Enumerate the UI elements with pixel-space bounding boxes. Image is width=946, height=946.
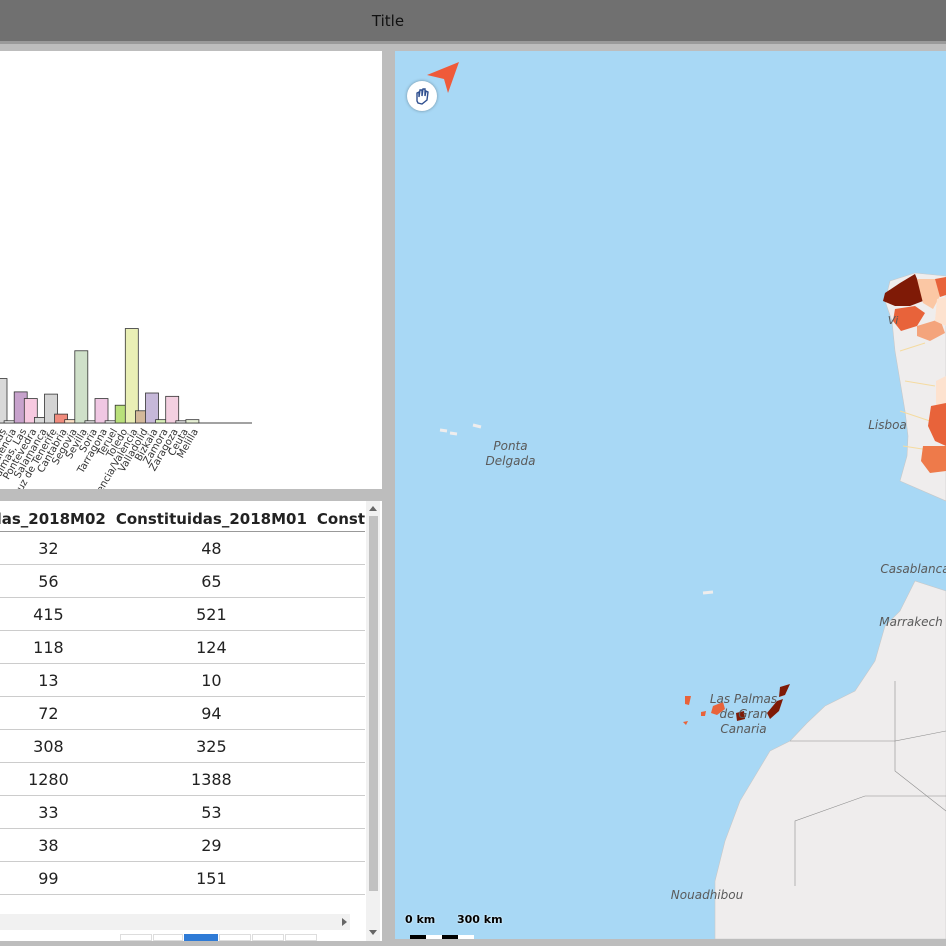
page-button-active[interactable] bbox=[184, 934, 218, 941]
table-cell: 13 bbox=[0, 663, 111, 697]
horizontal-scrollbar[interactable] bbox=[0, 914, 350, 930]
table-row[interactable]: 118 124 bbox=[0, 630, 365, 664]
table-cell bbox=[311, 861, 365, 895]
table-cell: 53 bbox=[110, 795, 312, 829]
table-cell: 56 bbox=[0, 564, 111, 598]
africa-land bbox=[714, 580, 946, 939]
table-row[interactable]: 32 48 bbox=[0, 531, 365, 565]
table-cell bbox=[311, 663, 365, 697]
column-header[interactable]: Constit bbox=[311, 507, 365, 532]
scroll-down-icon[interactable] bbox=[366, 926, 380, 938]
page-button[interactable] bbox=[252, 934, 284, 941]
table-cell: 33 bbox=[0, 795, 111, 829]
table-row[interactable]: 72 94 bbox=[0, 696, 365, 730]
bar[interactable] bbox=[0, 378, 8, 424]
page-button[interactable] bbox=[219, 934, 251, 941]
map-label-delgada: Delgada bbox=[485, 454, 536, 468]
table-cell bbox=[311, 729, 365, 763]
table-cell: 308 bbox=[0, 729, 111, 763]
table-cell bbox=[311, 795, 365, 829]
scroll-up-icon[interactable] bbox=[366, 503, 380, 515]
table-header-row: das_2018M02 Constituidas_2018M01 Constit bbox=[0, 507, 365, 532]
scale-label-left: 0 km bbox=[405, 913, 436, 926]
map-label-casablanca: Casablanca bbox=[880, 562, 946, 576]
table-cell: 94 bbox=[110, 696, 312, 730]
bar[interactable] bbox=[124, 328, 139, 424]
scale-bar bbox=[410, 935, 474, 939]
table-cell: 1280 bbox=[0, 762, 111, 796]
north-arrow-icon bbox=[425, 61, 460, 96]
table-cell bbox=[311, 564, 365, 598]
table-row[interactable]: 1280 1388 bbox=[0, 762, 365, 796]
pagination bbox=[120, 934, 350, 941]
map-label-laspalmas-1: Las Palmas bbox=[709, 692, 778, 706]
page-button[interactable] bbox=[153, 934, 183, 941]
scale-label-right: 300 km bbox=[457, 913, 503, 926]
bar[interactable] bbox=[165, 395, 180, 424]
island-la-palma bbox=[685, 696, 691, 705]
page-button[interactable] bbox=[120, 934, 152, 941]
column-header[interactable]: Constituidas_2018M01 bbox=[110, 507, 312, 532]
table-cell bbox=[311, 696, 365, 730]
bar[interactable] bbox=[74, 350, 89, 424]
table-cell: 72 bbox=[0, 696, 111, 730]
map-label-ponta: Ponta bbox=[493, 439, 528, 453]
map-label-laspalmas-2: de Gran bbox=[719, 707, 768, 721]
table-cell: 521 bbox=[110, 597, 312, 631]
table-cell: 48 bbox=[110, 531, 312, 565]
map-canvas[interactable] bbox=[395, 51, 946, 939]
title-bar: Title bbox=[0, 0, 946, 44]
window-title: Title bbox=[371, 12, 405, 30]
table-cell: 65 bbox=[110, 564, 312, 598]
table-cell: 415 bbox=[0, 597, 111, 631]
bar-chart-panel: Palmas, LasPalenciaPalmas, LasPontevedra… bbox=[0, 51, 382, 531]
table-cell: 29 bbox=[110, 828, 312, 862]
table-cell bbox=[311, 828, 365, 862]
table-cell: 32 bbox=[0, 531, 111, 565]
bar-chart: Palmas, LasPalenciaPalmas, LasPontevedra… bbox=[0, 328, 252, 531]
table-viewport: das_2018M02 Constituidas_2018M01 Constit… bbox=[0, 501, 365, 911]
table-row[interactable]: 33 53 bbox=[0, 795, 365, 829]
table-row[interactable]: 56 65 bbox=[0, 564, 365, 598]
map-label-vigo: Vi bbox=[887, 314, 899, 327]
scroll-right-icon[interactable] bbox=[338, 914, 350, 930]
map-label-nouadhibou: Nouadhibou bbox=[670, 888, 744, 902]
bar[interactable] bbox=[94, 398, 109, 424]
table-row[interactable]: 415 521 bbox=[0, 597, 365, 631]
table-cell: 151 bbox=[110, 861, 312, 895]
map-label-lisboa: Lisboa bbox=[868, 418, 907, 432]
table-cell: 10 bbox=[110, 663, 312, 697]
data-table: das_2018M02 Constituidas_2018M01 Constit… bbox=[0, 507, 365, 895]
bar[interactable] bbox=[145, 392, 159, 424]
column-header[interactable]: das_2018M02 bbox=[0, 507, 111, 532]
table-cell bbox=[311, 630, 365, 664]
data-table-panel: das_2018M02 Constituidas_2018M01 Constit… bbox=[0, 501, 382, 941]
table-cell bbox=[311, 762, 365, 796]
vertical-scrollbar[interactable] bbox=[366, 501, 380, 941]
table-cell bbox=[311, 531, 365, 565]
island-hierro bbox=[683, 721, 688, 725]
table-cell: 38 bbox=[0, 828, 111, 862]
table-row[interactable]: 13 10 bbox=[0, 663, 365, 697]
table-row[interactable]: 38 29 bbox=[0, 828, 365, 862]
scrollbar-thumb[interactable] bbox=[369, 516, 378, 891]
azores-islands bbox=[439, 423, 482, 436]
table-row[interactable]: 308 325 bbox=[0, 729, 365, 763]
map-label-laspalmas-3: Canaria bbox=[720, 722, 767, 736]
table-cell: 325 bbox=[110, 729, 312, 763]
table-row[interactable]: 99 151 bbox=[0, 861, 365, 895]
table-cell: 1388 bbox=[110, 762, 312, 796]
table-cell: 99 bbox=[0, 861, 111, 895]
table-cell: 118 bbox=[0, 630, 111, 664]
bar[interactable] bbox=[185, 419, 200, 424]
table-cell bbox=[311, 597, 365, 631]
table-cell: 124 bbox=[110, 630, 312, 664]
map-panel[interactable]: Ponta Delgada Lisboa Vi Casablanca Marra… bbox=[395, 51, 946, 939]
page-button[interactable] bbox=[285, 934, 317, 941]
map-label-marrakech: Marrakech bbox=[879, 615, 943, 629]
